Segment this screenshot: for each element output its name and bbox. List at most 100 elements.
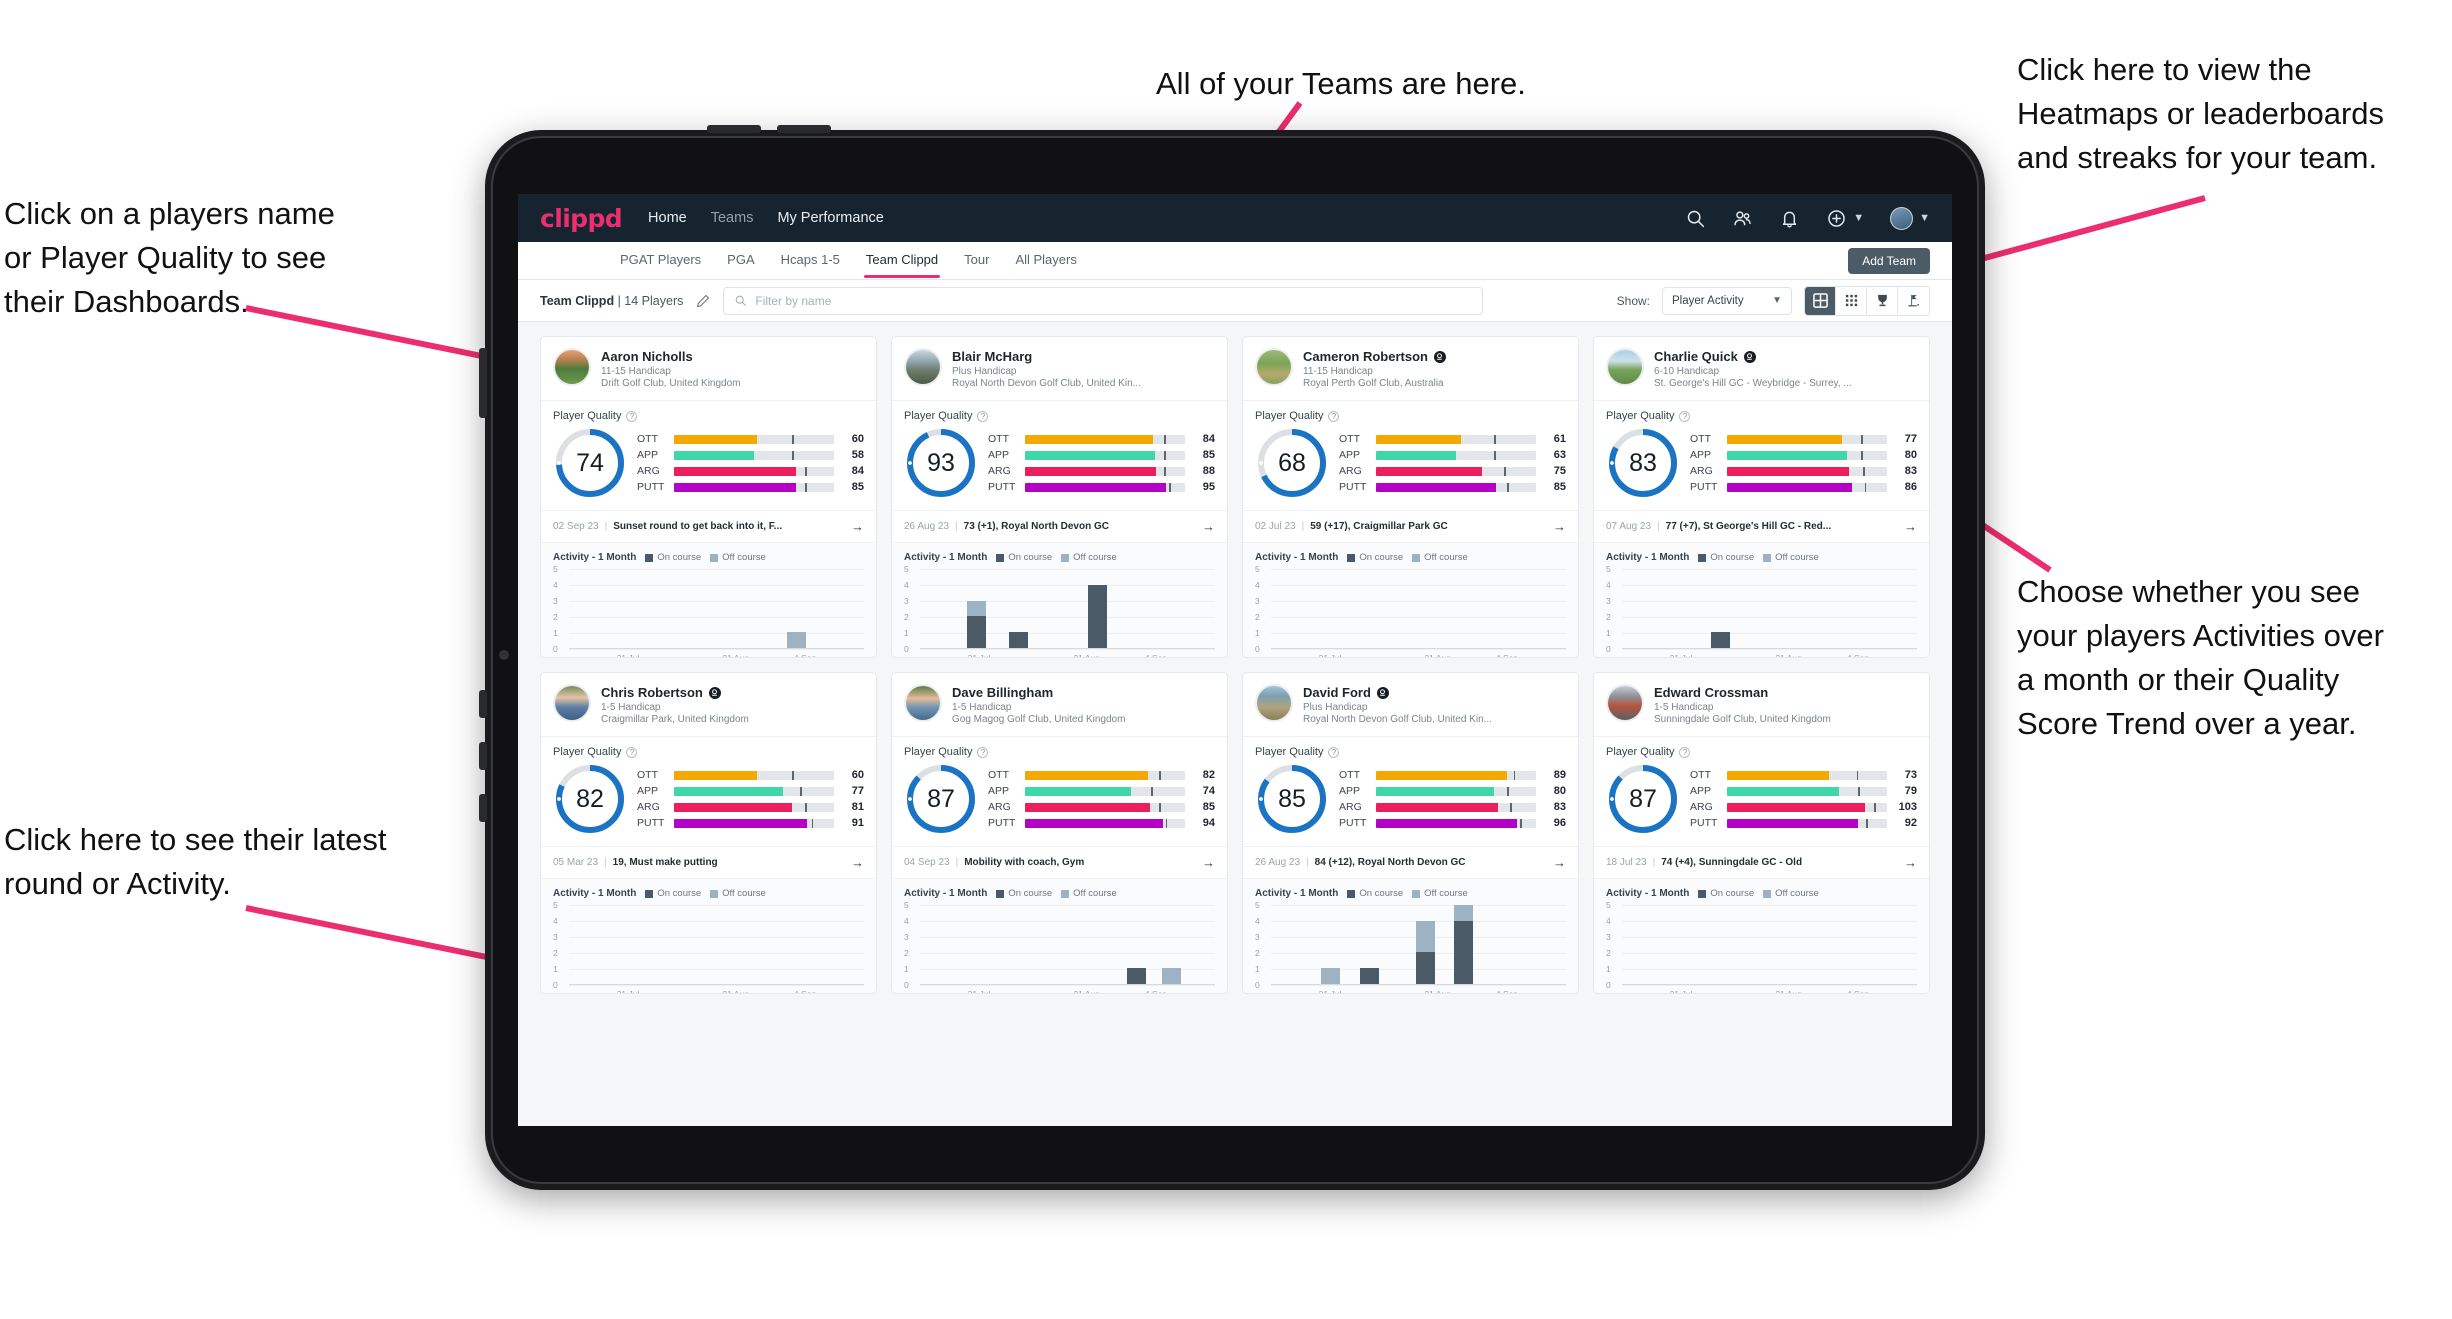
show-select[interactable]: Player Activity ▼ [1662,286,1792,315]
player-header[interactable]: Blair McHarg Plus Handicap Royal North D… [892,337,1227,401]
help-icon[interactable]: ? [977,746,989,758]
avatar[interactable] [1890,206,1914,230]
tab-team-clippd[interactable]: Team Clippd [863,252,941,278]
metric-bars: OTT 61 APP 63 ARG 75 PUTT 85 [1339,433,1566,493]
latest-round-row[interactable]: 26 Aug 23 | 73 (+1), Royal North Devon G… [892,511,1227,543]
player-header[interactable]: Cameron Robertson 11-15 Handicap Royal P… [1243,337,1578,401]
player-avatar[interactable] [1606,348,1644,386]
arrow-right-icon[interactable]: → [1202,855,1215,870]
latest-round-row[interactable]: 04 Sep 23 | Mobility with coach, Gym → [892,847,1227,879]
tab-hcaps-1-5[interactable]: Hcaps 1-5 [781,252,840,270]
player-card[interactable]: Charlie Quick 6-10 Handicap St. George's… [1593,336,1930,658]
latest-round-row[interactable]: 05 Mar 23 | 19, Must make putting → [541,847,876,879]
player-name[interactable]: Blair McHarg [952,349,1032,364]
player-card[interactable]: Edward Crossman 1-5 Handicap Sunningdale… [1593,672,1930,994]
profile-menu[interactable]: ▼ [1890,206,1930,230]
arrow-right-icon[interactable]: → [1202,519,1215,534]
player-quality-section[interactable]: Player Quality ? 87 OTT 82 APP 74 ARG 85… [892,737,1227,847]
nav-link-home[interactable]: Home [648,210,687,226]
search-input[interactable]: Filter by name [723,286,1484,315]
tablet-screen: clippd Home Teams My Performance ▼ ▼ PGA… [518,194,1952,1126]
player-name[interactable]: Aaron Nicholls [601,349,693,364]
add-menu[interactable]: ▼ [1826,208,1864,229]
chevron-down-icon[interactable]: ▼ [1919,212,1930,224]
player-avatar[interactable] [553,684,591,722]
player-name[interactable]: Dave Billingham [952,685,1053,700]
metric-value: 61 [1553,433,1566,445]
player-quality-section[interactable]: Player Quality ? 82 OTT 60 APP 77 ARG 81… [541,737,876,847]
player-name[interactable]: Cameron Robertson [1303,349,1428,364]
help-icon[interactable]: ? [1679,746,1691,758]
player-quality-section[interactable]: Player Quality ? 74 OTT 60 APP 58 ARG 84… [541,401,876,511]
tab-pgat-players[interactable]: PGAT Players [620,252,701,270]
tab-tour[interactable]: Tour [964,252,989,270]
latest-round-row[interactable]: 18 Jul 23 | 74 (+4), Sunningdale GC - Ol… [1594,847,1929,879]
player-card[interactable]: Dave Billingham 1-5 Handicap Gog Magog G… [891,672,1228,994]
player-card[interactable]: Blair McHarg Plus Handicap Royal North D… [891,336,1228,658]
help-icon[interactable]: ? [626,410,638,422]
latest-round-row[interactable]: 26 Aug 23 | 84 (+12), Royal North Devon … [1243,847,1578,879]
arrow-right-icon[interactable]: → [1904,855,1917,870]
player-card[interactable]: Chris Robertson 1-5 Handicap Craigmillar… [540,672,877,994]
help-icon[interactable]: ? [1328,746,1340,758]
player-card[interactable]: Cameron Robertson 11-15 Handicap Royal P… [1242,336,1579,658]
arrow-right-icon[interactable]: → [851,519,864,534]
volume-up-button[interactable] [707,125,761,133]
add-team-button[interactable]: Add Team [1848,247,1930,274]
trophy-view-button[interactable] [1867,286,1898,315]
nav-link-my-performance[interactable]: My Performance [777,210,883,226]
grid-view-button[interactable] [1805,286,1836,315]
player-avatar[interactable] [904,348,942,386]
power-button[interactable] [479,348,487,418]
player-name[interactable]: David Ford [1303,685,1371,700]
metric-bar [1727,450,1887,460]
arrow-right-icon[interactable]: → [1553,855,1566,870]
arrow-right-icon[interactable]: → [1553,519,1566,534]
bell-icon[interactable] [1779,208,1800,229]
plus-circle-icon[interactable] [1826,208,1847,229]
latest-round-row[interactable]: 07 Aug 23 | 77 (+7), St George's Hill GC… [1594,511,1929,543]
clippd-logo[interactable]: clippd [540,204,623,233]
arrow-right-icon[interactable]: → [1904,519,1917,534]
volume-down-button[interactable] [777,125,831,133]
flag-view-button[interactable] [1898,286,1929,315]
player-avatar[interactable] [553,348,591,386]
help-icon[interactable]: ? [1328,410,1340,422]
activity-title: Activity - 1 Month [1255,552,1339,563]
tab-pga[interactable]: PGA [727,252,754,270]
player-quality-section[interactable]: Player Quality ? 87 OTT 73 APP 79 ARG 10… [1594,737,1929,847]
player-header[interactable]: Dave Billingham 1-5 Handicap Gog Magog G… [892,673,1227,737]
player-header[interactable]: Edward Crossman 1-5 Handicap Sunningdale… [1594,673,1929,737]
nav-link-teams[interactable]: Teams [711,210,754,226]
player-name[interactable]: Chris Robertson [601,685,703,700]
chevron-down-icon[interactable]: ▼ [1853,212,1864,224]
search-icon[interactable] [1685,208,1706,229]
latest-round-row[interactable]: 02 Sep 23 | Sunset round to get back int… [541,511,876,543]
player-name[interactable]: Edward Crossman [1654,685,1768,700]
player-header[interactable]: Chris Robertson 1-5 Handicap Craigmillar… [541,673,876,737]
player-header[interactable]: Aaron Nicholls 11-15 Handicap Drift Golf… [541,337,876,401]
player-card[interactable]: David Ford Plus Handicap Royal North Dev… [1242,672,1579,994]
help-icon[interactable]: ? [977,410,989,422]
dense-grid-view-button[interactable] [1836,286,1867,315]
player-avatar[interactable] [1606,684,1644,722]
arrow-right-icon[interactable]: → [851,855,864,870]
player-quality-section[interactable]: Player Quality ? 68 OTT 61 APP 63 ARG 75… [1243,401,1578,511]
player-quality-section[interactable]: Player Quality ? 93 OTT 84 APP 85 ARG 88… [892,401,1227,511]
tab-all-players[interactable]: All Players [1015,252,1076,270]
player-header[interactable]: Charlie Quick 6-10 Handicap St. George's… [1594,337,1929,401]
x-tick-label: 4 Sep [793,653,817,658]
player-card[interactable]: Aaron Nicholls 11-15 Handicap Drift Golf… [540,336,877,658]
latest-round-row[interactable]: 02 Jul 23 | 59 (+17), Craigmillar Park G… [1243,511,1578,543]
player-name[interactable]: Charlie Quick [1654,349,1738,364]
player-avatar[interactable] [1255,684,1293,722]
people-icon[interactable] [1732,208,1753,229]
player-avatar[interactable] [904,684,942,722]
player-avatar[interactable] [1255,348,1293,386]
pencil-icon[interactable] [695,293,711,309]
player-quality-section[interactable]: Player Quality ? 83 OTT 77 APP 80 ARG 83… [1594,401,1929,511]
player-quality-section[interactable]: Player Quality ? 85 OTT 89 APP 80 ARG 83… [1243,737,1578,847]
player-header[interactable]: David Ford Plus Handicap Royal North Dev… [1243,673,1578,737]
help-icon[interactable]: ? [626,746,638,758]
help-icon[interactable]: ? [1679,410,1691,422]
